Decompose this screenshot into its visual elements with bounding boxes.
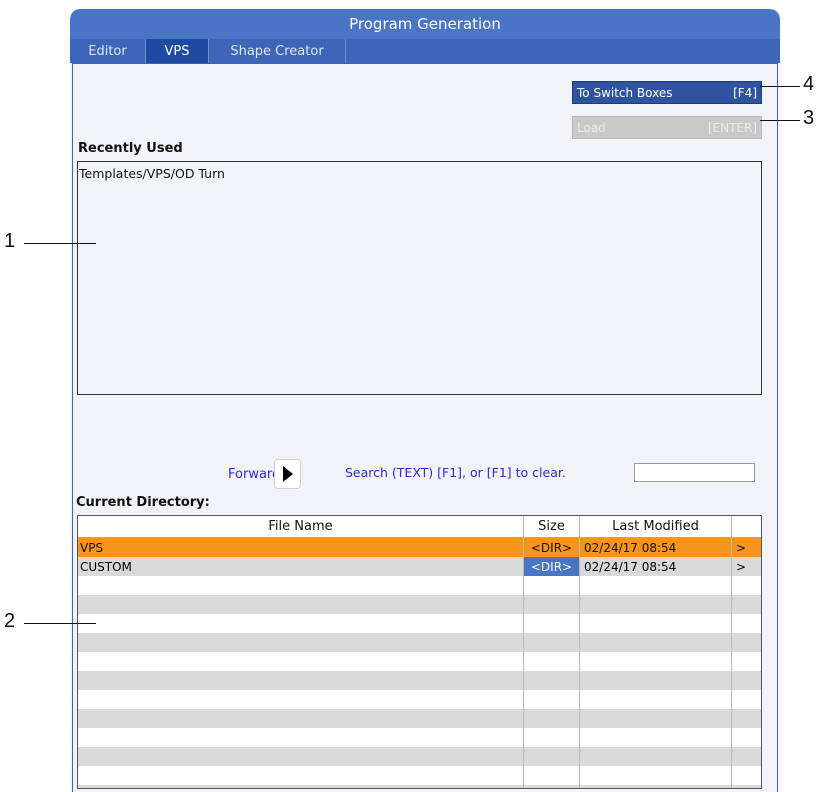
empty-row (78, 766, 761, 785)
modified-cell: 02/24/17 08:54 (580, 557, 732, 576)
col-file-name[interactable]: File Name (78, 516, 524, 537)
arrow-cell: > (736, 540, 747, 555)
table-header: File Name Size Last Modified (78, 516, 761, 538)
callout-3-line (760, 120, 800, 121)
col-arrow (732, 516, 761, 537)
tab-bar: Editor VPS Shape Creator (70, 39, 780, 63)
file-name-cell: CUSTOM (78, 557, 524, 576)
callout-4-line (760, 86, 800, 87)
size-cell: <DIR> (524, 557, 580, 576)
window-title: Program Generation (70, 9, 780, 39)
search-input[interactable] (634, 463, 755, 482)
callout-1-line (24, 243, 96, 244)
callout-2-line (24, 623, 96, 624)
load-key: [ENTER] (707, 120, 757, 135)
search-hint: Search (TEXT) [F1], or [F1] to clear. (345, 465, 566, 480)
callout-2: 2 (4, 610, 16, 632)
callout-4: 4 (803, 73, 815, 95)
tab-vps[interactable]: VPS (146, 39, 209, 63)
callout-1: 1 (4, 230, 16, 252)
empty-row (78, 785, 761, 788)
empty-row (78, 728, 761, 747)
empty-row (78, 690, 761, 709)
tab-editor[interactable]: Editor (70, 39, 146, 63)
load-label: Load (577, 120, 606, 135)
empty-row (78, 595, 761, 614)
col-last-modified[interactable]: Last Modified (580, 516, 732, 537)
switch-boxes-label: To Switch Boxes (577, 85, 673, 100)
empty-row (78, 671, 761, 690)
switch-boxes-key: [F4] (733, 85, 757, 100)
recently-used-heading: Recently Used (78, 141, 183, 156)
recent-item[interactable]: Templates/VPS/OD Turn (79, 166, 760, 181)
tab-shape-creator[interactable]: Shape Creator (209, 39, 346, 63)
recently-used-list[interactable]: Templates/VPS/OD Turn (77, 161, 762, 395)
forward-button[interactable] (274, 459, 301, 489)
callout-3: 3 (803, 107, 815, 129)
empty-row (78, 633, 761, 652)
size-cell: <DIR> (524, 538, 580, 557)
empty-row (78, 652, 761, 671)
forward-label: Forward (228, 467, 281, 482)
play-arrow-icon (282, 466, 293, 482)
table-row[interactable]: VPS <DIR> 02/24/17 08:54 > (78, 538, 761, 557)
empty-row (78, 747, 761, 766)
col-size[interactable]: Size (524, 516, 580, 537)
empty-row (78, 614, 761, 633)
modified-cell: 02/24/17 08:54 (580, 538, 732, 557)
arrow-cell: > (736, 559, 747, 574)
file-table[interactable]: File Name Size Last Modified VPS <DIR> 0… (77, 515, 762, 789)
current-directory-heading: Current Directory: (76, 495, 210, 510)
program-generation-window: Program Generation Editor VPS Shape Crea… (70, 9, 780, 792)
switch-boxes-button[interactable]: To Switch Boxes [F4] (572, 81, 762, 104)
table-row[interactable]: CUSTOM <DIR> 02/24/17 08:54 > (78, 557, 761, 576)
empty-row (78, 576, 761, 595)
load-button[interactable]: Load [ENTER] (572, 116, 762, 139)
file-name-cell: VPS (78, 538, 524, 557)
empty-row (78, 709, 761, 728)
